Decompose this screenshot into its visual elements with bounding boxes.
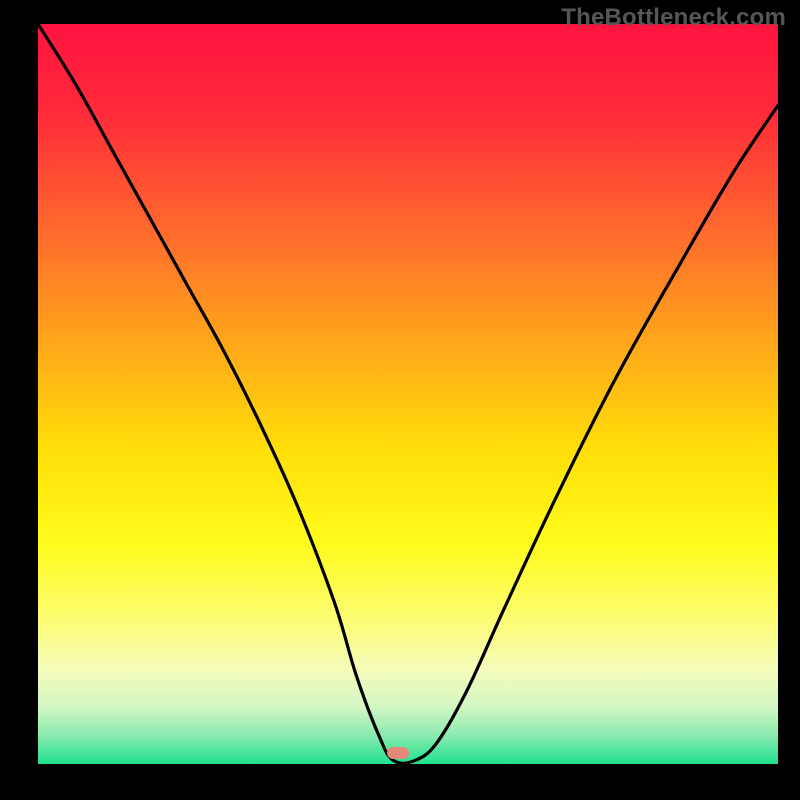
curve-layer [38,24,778,764]
chart-frame: TheBottleneck.com [0,0,800,800]
minimum-marker [387,747,409,759]
plot-area [38,24,778,764]
bottleneck-curve [38,24,778,763]
watermark-text: TheBottleneck.com [561,4,786,32]
